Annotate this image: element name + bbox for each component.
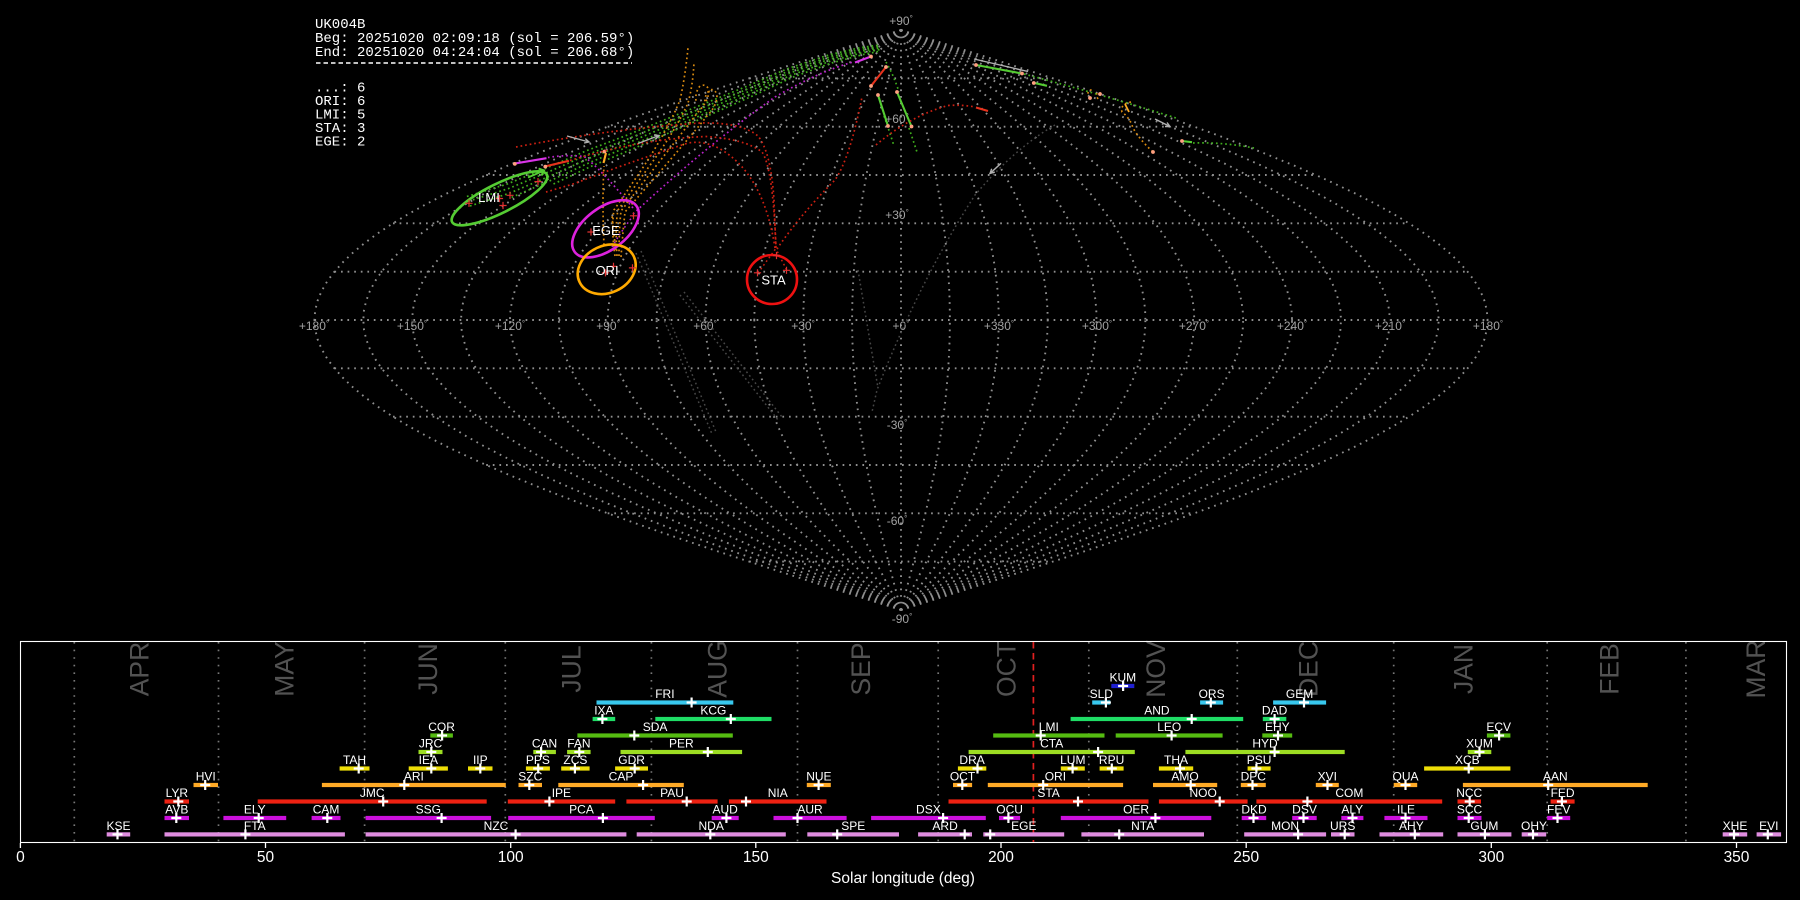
svg-text:MAR: MAR	[1741, 640, 1771, 699]
svg-text:100: 100	[498, 849, 524, 866]
svg-text:+90°: +90°	[596, 319, 620, 333]
svg-text:+150°: +150°	[397, 319, 427, 333]
svg-text:+270°: +270°	[1179, 319, 1209, 333]
svg-text:-90°: -90°	[892, 612, 913, 626]
svg-text:SLD: SLD	[1090, 687, 1114, 701]
svg-text:KCG: KCG	[700, 704, 726, 718]
svg-text:0: 0	[16, 849, 25, 866]
svg-text:JAN: JAN	[1449, 644, 1479, 694]
svg-text:FEB: FEB	[1595, 643, 1625, 695]
svg-text:GDR: GDR	[618, 753, 645, 767]
svg-text:+30°: +30°	[791, 319, 815, 333]
svg-text:OER: OER	[1123, 803, 1149, 817]
svg-text:APR: APR	[124, 642, 154, 697]
svg-text:+120°: +120°	[495, 319, 525, 333]
svg-text:-60°: -60°	[887, 514, 908, 528]
svg-text:AUG: AUG	[703, 640, 733, 697]
svg-text:+210°: +210°	[1375, 319, 1405, 333]
svg-text:End: 20251020 04:24:04 (sol =: End: 20251020 04:24:04 (sol = 206.68°)	[315, 45, 634, 61]
svg-text:MON: MON	[1271, 819, 1299, 833]
svg-text:+240°: +240°	[1277, 319, 1307, 333]
svg-text:EGE: 2: EGE: 2	[315, 135, 365, 151]
svg-text:NIA: NIA	[768, 786, 788, 800]
svg-text:CTA: CTA	[1040, 737, 1063, 751]
svg-text:JUN: JUN	[413, 643, 443, 695]
svg-text:PER: PER	[669, 737, 694, 751]
svg-text:OCT: OCT	[992, 641, 1022, 697]
svg-text:XCB: XCB	[1455, 753, 1480, 767]
svg-text:IXA: IXA	[594, 704, 613, 718]
svg-text:SSG: SSG	[416, 803, 441, 817]
svg-text:+180°: +180°	[299, 319, 329, 333]
svg-text:250: 250	[1233, 849, 1259, 866]
svg-text:300: 300	[1478, 849, 1504, 866]
svg-text:DRA: DRA	[959, 753, 984, 767]
svg-text:EGE: EGE	[1011, 819, 1036, 833]
svg-text:STA: STA	[761, 273, 786, 288]
svg-text:LMI: LMI	[478, 190, 500, 205]
svg-text:SEP: SEP	[846, 642, 876, 695]
svg-text:+0°: +0°	[893, 319, 910, 333]
svg-text:FTA: FTA	[244, 819, 266, 833]
svg-text:ARD: ARD	[932, 819, 958, 833]
svg-text:STA: STA	[1037, 786, 1059, 800]
svg-text:AHY: AHY	[1399, 819, 1424, 833]
svg-text:50: 50	[257, 849, 275, 866]
svg-text:CAM: CAM	[313, 803, 340, 817]
svg-text:CAP: CAP	[609, 770, 634, 784]
svg-text:MAY: MAY	[270, 641, 300, 697]
svg-text:LEO: LEO	[1157, 720, 1181, 734]
svg-text:OCU: OCU	[996, 803, 1023, 817]
svg-text:Solar longitude (deg): Solar longitude (deg)	[831, 870, 975, 887]
svg-text:THA: THA	[1164, 753, 1188, 767]
svg-text:LYR: LYR	[166, 786, 189, 800]
svg-text:PAU: PAU	[660, 786, 684, 800]
svg-text:SDA: SDA	[643, 720, 668, 734]
svg-text:AMO: AMO	[1171, 770, 1198, 784]
svg-text:TAH: TAH	[343, 753, 366, 767]
svg-text:EGE: EGE	[592, 223, 620, 238]
svg-text:+90°: +90°	[889, 14, 913, 28]
svg-text:NOV: NOV	[1141, 640, 1171, 698]
svg-text:DSX: DSX	[916, 803, 941, 817]
svg-text:FRI: FRI	[655, 687, 674, 701]
svg-text:SPE: SPE	[841, 819, 865, 833]
svg-text:COM: COM	[1335, 786, 1363, 800]
svg-text:AND: AND	[1144, 704, 1170, 718]
svg-text:FEV: FEV	[1547, 803, 1570, 817]
svg-text:+330°: +330°	[984, 319, 1014, 333]
svg-text:NOO: NOO	[1190, 786, 1217, 800]
svg-text:+60°: +60°	[693, 319, 717, 333]
svg-text:350: 350	[1724, 849, 1750, 866]
svg-text:ARI: ARI	[404, 770, 424, 784]
svg-text:+180°: +180°	[1473, 319, 1503, 333]
svg-text:-30°: -30°	[887, 418, 908, 432]
svg-text:ORI: ORI	[595, 263, 618, 278]
svg-text:+300°: +300°	[1082, 319, 1112, 333]
svg-text:GEM: GEM	[1286, 687, 1313, 701]
svg-text:JMC: JMC	[360, 786, 385, 800]
svg-text:ORI: ORI	[1045, 770, 1066, 784]
svg-text:+30°: +30°	[885, 208, 909, 222]
svg-text:200: 200	[988, 849, 1014, 866]
svg-text:IEA: IEA	[419, 753, 438, 767]
svg-text:NZC: NZC	[484, 819, 509, 833]
svg-text:NTA: NTA	[1131, 819, 1154, 833]
svg-text:IPE: IPE	[552, 786, 571, 800]
svg-text:AUR: AUR	[797, 803, 823, 817]
svg-text:AAN: AAN	[1543, 770, 1568, 784]
svg-text:ELY: ELY	[244, 803, 266, 817]
svg-text:JUL: JUL	[556, 645, 586, 692]
svg-text:PSU: PSU	[1247, 753, 1272, 767]
svg-text:CAN: CAN	[532, 737, 557, 751]
svg-text:150: 150	[743, 849, 769, 866]
svg-text:PCA: PCA	[569, 803, 594, 817]
